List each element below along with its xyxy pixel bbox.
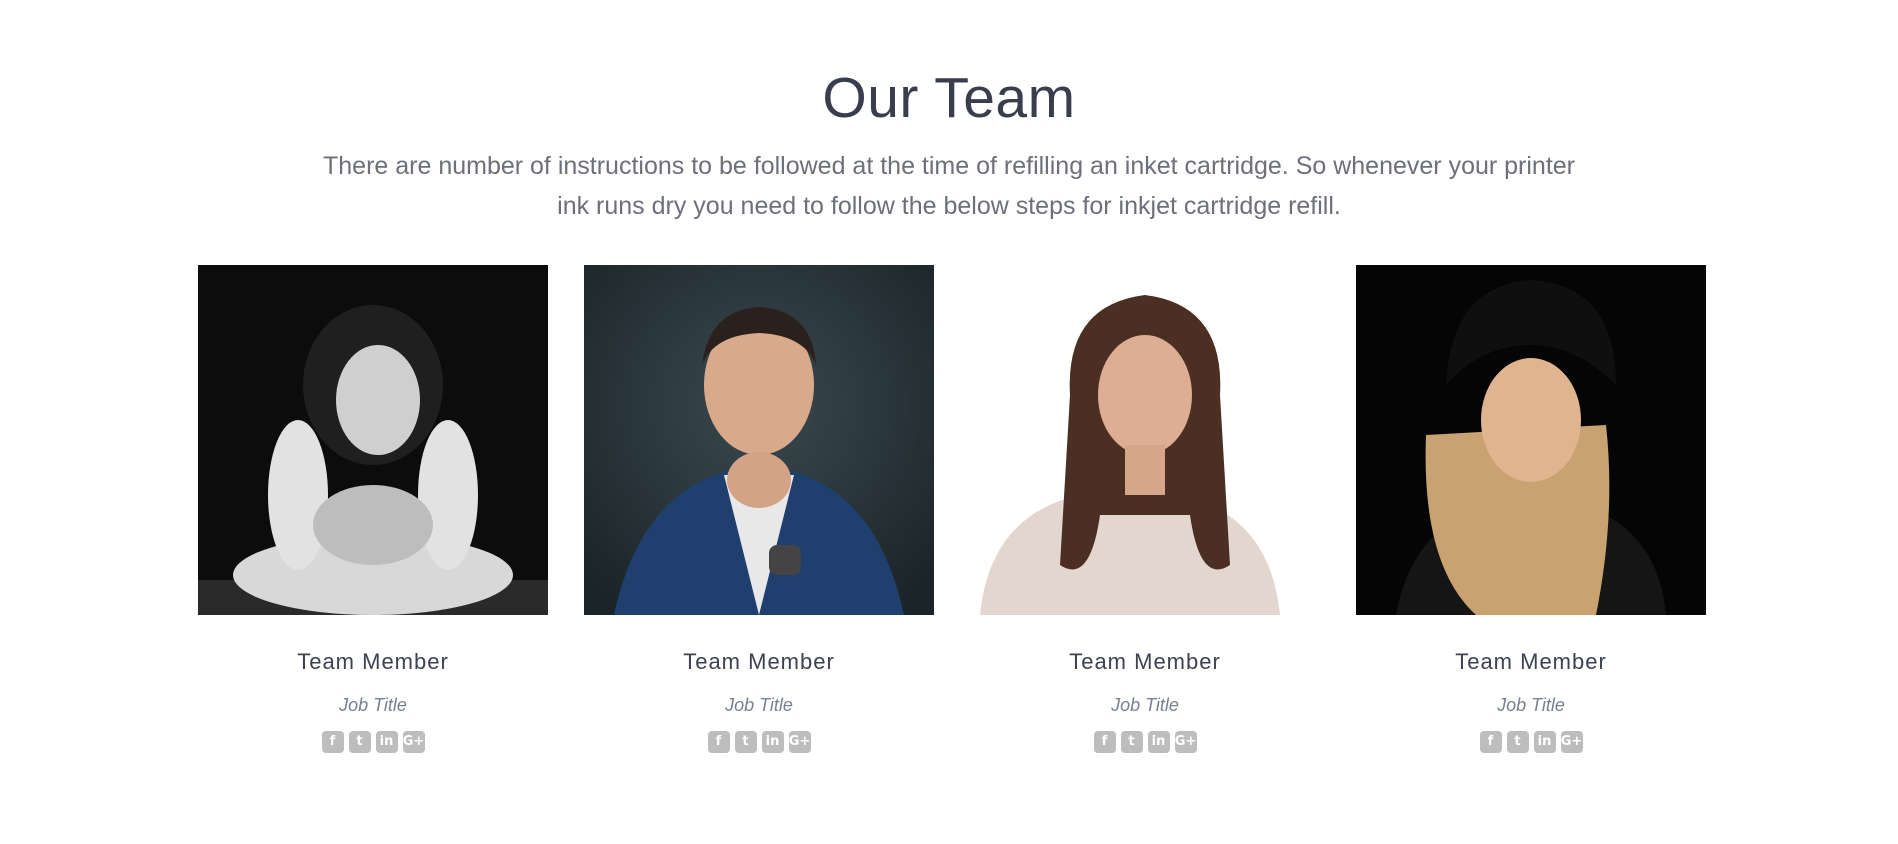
facebook-icon[interactable]: f bbox=[1479, 731, 1502, 753]
team-section: Our Team There are number of instruction… bbox=[0, 0, 1898, 844]
member-name: Team Member bbox=[297, 649, 449, 674]
twitter-icon[interactable]: t bbox=[1506, 731, 1529, 753]
linkedin-icon[interactable]: in bbox=[1147, 731, 1170, 753]
member-photo bbox=[1356, 265, 1706, 615]
member-job-title: Job Title bbox=[725, 695, 793, 715]
linkedin-icon[interactable]: in bbox=[761, 731, 784, 753]
member-photo bbox=[584, 265, 934, 615]
section-title: Our Team bbox=[822, 66, 1076, 130]
member-photo bbox=[970, 265, 1320, 615]
social-links: f t in G+ bbox=[584, 731, 934, 753]
google-plus-icon[interactable]: G+ bbox=[788, 731, 811, 753]
social-links: f t in G+ bbox=[970, 731, 1320, 753]
facebook-icon[interactable]: f bbox=[321, 731, 344, 753]
facebook-icon[interactable]: f bbox=[707, 731, 730, 753]
team-member-card: Team Member Job Title f t in G+ bbox=[970, 265, 1320, 753]
twitter-icon[interactable]: t bbox=[734, 731, 757, 753]
twitter-icon[interactable]: t bbox=[1120, 731, 1143, 753]
linkedin-icon[interactable]: in bbox=[375, 731, 398, 753]
member-name: Team Member bbox=[683, 649, 835, 674]
member-job-title: Job Title bbox=[1497, 695, 1565, 715]
member-job-title: Job Title bbox=[1111, 695, 1179, 715]
team-member-card: Team Member Job Title f t in G+ bbox=[198, 265, 548, 753]
facebook-icon[interactable]: f bbox=[1093, 731, 1116, 753]
section-description: There are number of instructions to be f… bbox=[322, 152, 1576, 220]
member-job-title: Job Title bbox=[339, 695, 407, 715]
linkedin-icon[interactable]: in bbox=[1533, 731, 1556, 753]
social-links: f t in G+ bbox=[1356, 731, 1706, 753]
google-plus-icon[interactable]: G+ bbox=[402, 731, 425, 753]
member-photo bbox=[198, 265, 548, 615]
social-links: f t in G+ bbox=[198, 731, 548, 753]
team-member-card: Team Member Job Title f t in G+ bbox=[1356, 265, 1706, 753]
google-plus-icon[interactable]: G+ bbox=[1174, 731, 1197, 753]
member-name: Team Member bbox=[1069, 649, 1221, 674]
twitter-icon[interactable]: t bbox=[348, 731, 371, 753]
google-plus-icon[interactable]: G+ bbox=[1560, 731, 1583, 753]
member-name: Team Member bbox=[1455, 649, 1607, 674]
team-member-card: Team Member Job Title f t in G+ bbox=[584, 265, 934, 753]
